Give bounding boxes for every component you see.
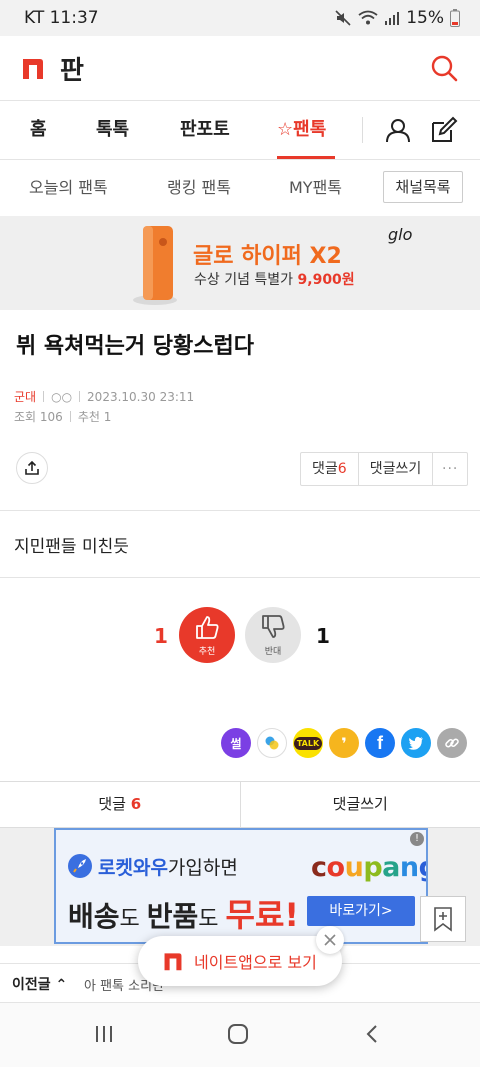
tab-pantok[interactable]: ☆팬톡 (277, 101, 326, 159)
glo-device-image (133, 226, 177, 305)
page-title: 판 (60, 55, 84, 86)
body-divider-top (0, 510, 480, 511)
carrier-time: KT 11:37 (24, 8, 99, 28)
ssul-share-icon[interactable]: 썰 (221, 728, 251, 758)
ad-line1: 로켓와우가입하면 (98, 857, 238, 879)
subtab-my[interactable]: MY팬톡 (289, 160, 342, 215)
previous-post-label: 이전글 ⌃ (12, 977, 68, 993)
downvote-button[interactable]: 반대 (245, 607, 301, 663)
upvote-count: 1 (154, 624, 168, 648)
bookmark-icon (434, 907, 452, 932)
kakaotalk-share-icon[interactable]: TALK (293, 728, 323, 758)
sns-share-row: 썰 TALK ❜ f (221, 728, 467, 758)
post-stats: 조회 106 추천 1 (14, 408, 111, 425)
write-comment-button[interactable]: 댓글쓰기 (359, 453, 434, 485)
open-in-app-button[interactable]: 네이트앱으로 보기 (138, 936, 342, 986)
post-title: 뷔 욕쳐먹는거 당황스럽다 (16, 334, 254, 359)
upvote-label: 추천 (198, 647, 216, 657)
ad-go-button[interactable]: 바로가기> (307, 896, 415, 926)
glo-banner-ad[interactable]: 글로 하이퍼 X2 수상 기념 특별가 9,900원 glo (0, 216, 480, 310)
app-header: 판 (0, 36, 480, 100)
band-share-icon[interactable] (257, 728, 287, 758)
post-meta: 군대 ○○ 2023.10.30 23:11 (14, 388, 194, 405)
main-nav: 홈 톡톡 판포토 ☆팬톡 (0, 101, 480, 159)
home-icon[interactable] (227, 1023, 249, 1045)
rocket-icon (68, 854, 92, 878)
downvote-count: 1 (316, 624, 330, 648)
tab-toktok[interactable]: 톡톡 (96, 101, 129, 159)
link-copy-icon[interactable] (437, 728, 467, 758)
wifi-icon (358, 10, 378, 25)
post-date: 2023.10.30 23:11 (87, 389, 195, 404)
comments-button[interactable]: 댓글6 (301, 453, 359, 485)
ad-line2: 배송도 반품도 무료! (68, 896, 300, 934)
recent-apps-icon[interactable] (94, 1023, 114, 1045)
comment-bar: 댓글 6 댓글쓰기 (0, 781, 480, 828)
kakaostory-share-icon[interactable]: ❜ (329, 728, 359, 758)
battery-percent: 15% (406, 8, 444, 28)
upvote-button[interactable]: 추천 (179, 607, 235, 663)
subtab-ranking[interactable]: 랭킹 팬톡 (167, 160, 231, 215)
bookmark-button[interactable] (420, 896, 466, 942)
write-icon[interactable] (430, 116, 458, 144)
close-floating-button[interactable] (316, 926, 344, 954)
thumbs-down-icon (262, 615, 285, 638)
banner-price: 9,900원 (297, 272, 355, 288)
post-views: 조회 106 (14, 410, 63, 424)
signal-icon (385, 12, 400, 25)
post-author: ○○ (51, 389, 73, 404)
search-icon[interactable] (428, 52, 460, 84)
facebook-share-icon[interactable]: f (365, 728, 395, 758)
post-category[interactable]: 군대 (14, 388, 36, 405)
nav-separator (362, 117, 363, 143)
nate-logo-icon[interactable] (20, 55, 46, 81)
tab-home[interactable]: 홈 (30, 101, 47, 159)
mute-icon (335, 10, 351, 26)
banner-title: 글로 하이퍼 X2 (193, 244, 342, 269)
post-action-group: 댓글6 댓글쓰기 ··· (300, 452, 469, 486)
write-comment-tab[interactable]: 댓글쓰기 (241, 782, 480, 827)
coupang-ad[interactable]: ! 로켓와우가입하면 coupang 배송도 반품도 무료! 바로가기> (54, 828, 428, 944)
twitter-share-icon[interactable] (401, 728, 431, 758)
coupang-logo: coupang (311, 852, 426, 883)
battery-icon (450, 9, 460, 27)
thumbs-up-icon (196, 616, 219, 639)
banner-subtitle: 수상 기념 특별가 9,900원 (194, 272, 355, 288)
downvote-label: 반대 (264, 647, 282, 657)
open-in-app-label: 네이트앱으로 보기 (194, 953, 317, 972)
back-icon[interactable] (364, 1023, 380, 1045)
subtab-today[interactable]: 오늘의 팬톡 (29, 160, 108, 215)
nate-logo-icon (164, 953, 182, 971)
status-bar: KT 11:37 15% (0, 0, 480, 36)
comments-tab[interactable]: 댓글 6 (0, 782, 241, 827)
share-button[interactable] (16, 452, 48, 484)
glo-logo: glo (388, 225, 413, 244)
user-icon[interactable] (385, 117, 411, 143)
body-divider-bottom (0, 577, 480, 578)
post-body: 지민팬들 미친듯 (14, 537, 129, 557)
channel-list-button[interactable]: 채널목록 (383, 171, 463, 203)
close-icon (324, 934, 336, 946)
tab-panphoto[interactable]: 판포토 (180, 101, 230, 159)
android-nav-bar (0, 1003, 480, 1067)
share-icon (25, 460, 39, 475)
more-button[interactable]: ··· (433, 453, 467, 485)
ad-info-icon[interactable]: ! (410, 832, 424, 846)
post-recommend-count: 추천 1 (77, 410, 112, 424)
